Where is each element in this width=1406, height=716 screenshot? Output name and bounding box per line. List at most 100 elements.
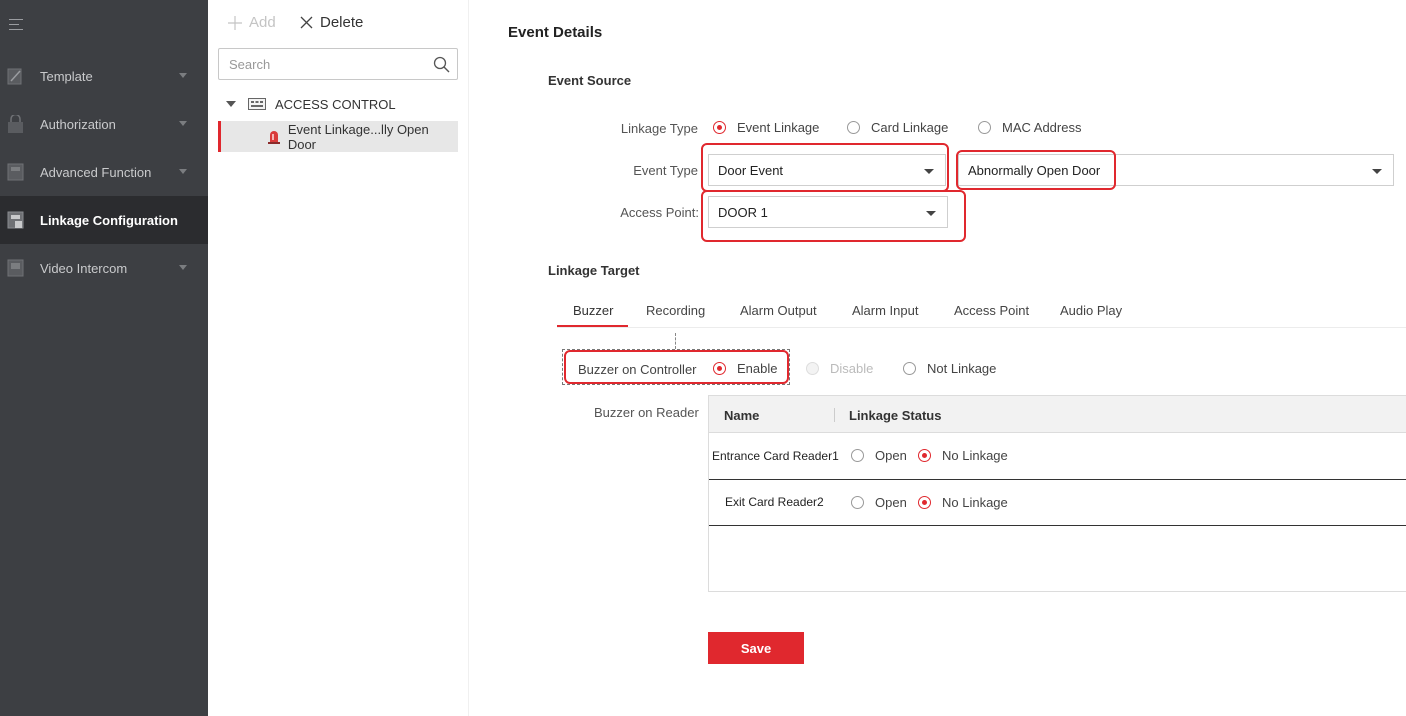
tab-access-point[interactable]: Access Point <box>954 303 1029 318</box>
alarm-icon <box>268 131 280 144</box>
radio-checked-icon <box>713 121 726 134</box>
access-point-label: Access Point: <box>620 205 699 220</box>
radio-checked-icon <box>918 496 931 509</box>
column-header-linkage-status: Linkage Status <box>849 408 942 423</box>
event-subtype-value: Abnormally Open Door <box>968 162 1101 178</box>
sidebar-item-label: Video Intercom <box>40 260 128 276</box>
dropdown-arrow-icon <box>924 169 934 174</box>
event-type-value: Door Event <box>718 162 784 178</box>
buzzer-reader-label: Buzzer on Reader <box>594 405 699 420</box>
event-type-select[interactable]: Door Event <box>708 154 946 186</box>
tabs-divider <box>557 327 1406 328</box>
sidebar-item-linkage-configuration[interactable]: Linkage Configuration <box>0 196 208 244</box>
search-box <box>218 48 458 80</box>
sidebar: Template Authorization Advanced Function… <box>0 0 208 716</box>
radio-no-linkage[interactable]: No Linkage <box>918 495 1008 510</box>
chevron-down-icon <box>179 169 187 174</box>
radio-mac-address[interactable]: MAC Address <box>978 120 1081 135</box>
radio-event-linkage[interactable]: Event Linkage <box>713 120 819 135</box>
active-tab-indicator <box>557 325 628 327</box>
search-icon[interactable] <box>433 56 450 73</box>
linkage-icon <box>7 211 24 229</box>
chevron-down-icon <box>179 265 187 270</box>
reader-name: Entrance Card Reader1 <box>712 449 839 463</box>
tree-child-label: Event Linkage...lly Open Door <box>287 121 429 152</box>
tab-alarm-input[interactable]: Alarm Input <box>852 303 918 318</box>
save-button[interactable]: Save <box>708 632 804 664</box>
reader-table: Name Linkage Status Entrance Card Reader… <box>708 395 1406 592</box>
lock-icon <box>8 115 23 133</box>
radio-not-linkage[interactable]: Not Linkage <box>903 361 996 376</box>
sidebar-item-video-intercom[interactable]: Video Intercom <box>0 244 208 292</box>
radio-unchecked-icon <box>903 362 916 375</box>
radio-checked-icon <box>918 449 931 462</box>
access-point-value: DOOR 1 <box>718 204 768 220</box>
radio-label: No Linkage <box>942 495 1008 510</box>
sidebar-item-authorization[interactable]: Authorization <box>0 100 208 148</box>
menu-icon[interactable] <box>9 19 23 31</box>
table-row: Exit Card Reader2 Open No Linkage <box>709 480 1406 526</box>
access-point-select[interactable]: DOOR 1 <box>708 196 948 228</box>
focus-guide <box>675 333 676 349</box>
advanced-icon <box>7 163 24 181</box>
tab-recording[interactable]: Recording <box>646 303 705 318</box>
sidebar-item-label: Linkage Configuration <box>40 212 178 228</box>
radio-unchecked-icon <box>851 496 864 509</box>
close-icon <box>300 16 313 29</box>
radio-label: Event Linkage <box>737 120 820 135</box>
linkage-type-label: Linkage Type <box>620 121 698 136</box>
dropdown-arrow-icon <box>1372 169 1382 174</box>
radio-unchecked-icon <box>847 121 860 134</box>
radio-enable[interactable]: Enable <box>713 361 777 376</box>
sidebar-item-label: Authorization <box>40 116 116 132</box>
linkage-target-heading: Linkage Target <box>548 263 640 278</box>
template-icon <box>7 68 22 85</box>
table-header: Name Linkage Status <box>709 396 1406 433</box>
radio-label: Card Linkage <box>871 120 949 135</box>
event-type-label: Event Type <box>633 163 698 178</box>
column-header-name: Name <box>724 408 760 423</box>
sidebar-item-label: Template <box>40 68 93 84</box>
add-button-label: Add <box>249 14 276 31</box>
radio-checked-icon <box>713 362 726 375</box>
radio-label: MAC Address <box>1002 120 1082 135</box>
tab-audio-play[interactable]: Audio Play <box>1060 303 1122 318</box>
event-subtype-select[interactable]: Abnormally Open Door <box>958 154 1394 186</box>
radio-disabled-icon <box>806 362 819 375</box>
radio-card-linkage[interactable]: Card Linkage <box>847 120 948 135</box>
tree-node-access-control[interactable]: ACCESS CONTROL <box>226 92 458 116</box>
plus-icon <box>228 15 242 30</box>
event-details-panel: Event Details Event Source Linkage Type … <box>468 0 1406 716</box>
delete-button[interactable]: Delete <box>300 14 363 31</box>
tree-root-label: ACCESS CONTROL <box>275 96 396 112</box>
sidebar-item-template[interactable]: Template <box>0 52 208 100</box>
intercom-icon <box>7 259 24 277</box>
buzzer-controller-label: Buzzer on Controller <box>578 362 697 377</box>
sidebar-item-label: Advanced Function <box>40 164 152 180</box>
tree-node-event-linkage[interactable]: Event Linkage...lly Open Door <box>218 121 458 152</box>
radio-label: Not Linkage <box>927 361 997 376</box>
table-row: Entrance Card Reader1 Open No Linkage <box>709 434 1406 480</box>
page-title: Event Details <box>508 24 603 41</box>
radio-open[interactable]: Open <box>851 448 907 463</box>
radio-unchecked-icon <box>851 449 864 462</box>
chevron-down-icon <box>179 73 187 78</box>
panel-divider <box>468 0 469 716</box>
search-input[interactable] <box>219 49 419 79</box>
add-button[interactable]: Add <box>228 14 276 31</box>
radio-label: No Linkage <box>942 448 1008 463</box>
radio-open[interactable]: Open <box>851 495 907 510</box>
radio-disable[interactable]: Disable <box>806 361 873 376</box>
sidebar-item-advanced-function[interactable]: Advanced Function <box>0 148 208 196</box>
caret-down-icon[interactable] <box>226 101 236 107</box>
radio-unchecked-icon <box>978 121 991 134</box>
event-source-heading: Event Source <box>548 73 632 88</box>
column-separator <box>834 408 835 422</box>
chevron-down-icon <box>179 121 187 126</box>
delete-button-label: Delete <box>320 14 364 31</box>
device-tree-panel: Add Delete ACCESS CONTROL Event Linkage.… <box>208 0 468 716</box>
radio-no-linkage[interactable]: No Linkage <box>918 448 1008 463</box>
tab-alarm-output[interactable]: Alarm Output <box>740 303 817 318</box>
tab-buzzer[interactable]: Buzzer <box>573 303 613 318</box>
radio-label: Open <box>875 495 907 510</box>
